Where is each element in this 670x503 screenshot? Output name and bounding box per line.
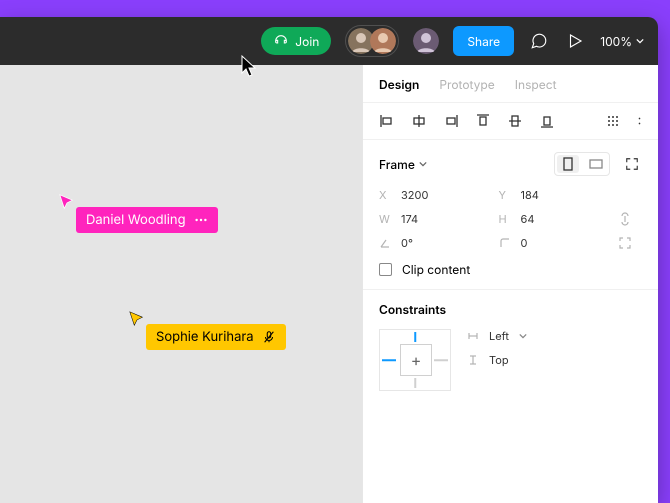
frame-title-dropdown[interactable]: Frame: [379, 157, 427, 172]
field-rotation[interactable]: 0°: [379, 236, 491, 250]
align-vcenter-icon[interactable]: [507, 113, 523, 129]
field-height[interactable]: H64: [499, 212, 611, 226]
canvas[interactable]: Daniel Woodling Sophie Kurihara: [0, 65, 362, 503]
align-left-icon[interactable]: [379, 113, 395, 129]
field-radius[interactable]: 0: [499, 236, 611, 250]
join-label: Join: [295, 34, 319, 49]
frame-section-head: Frame: [379, 152, 642, 176]
resize-fit-icon: [625, 157, 639, 171]
mouse-pointer-icon: [240, 54, 260, 80]
field-y[interactable]: Y184: [499, 188, 611, 202]
align-top-icon[interactable]: [475, 113, 491, 129]
properties-panel: Design Prototype Inspect Frame: [362, 65, 658, 503]
chevron-down-icon: [519, 332, 527, 340]
panel-tabs: Design Prototype Inspect: [363, 65, 658, 103]
align-right-icon[interactable]: [443, 113, 459, 129]
join-button[interactable]: Join: [261, 27, 331, 55]
chat-icon: [530, 32, 548, 50]
constraints-body: + Left Top: [379, 329, 642, 391]
zoom-value: 100%: [600, 34, 632, 49]
chevron-down-icon: [636, 37, 644, 45]
avatar-group: [345, 25, 399, 57]
presence-cursor-user1: Daniel Woodling: [58, 193, 218, 233]
radius-icon: [499, 237, 511, 249]
topbar: Join Share 100%: [0, 17, 658, 65]
v-constraint-icon: [467, 354, 479, 366]
more-align-icon[interactable]: [637, 113, 642, 129]
frame-fields: X3200 Y184 W174 H64 0° 0: [379, 188, 642, 250]
presence-name: Daniel Woodling: [86, 212, 186, 228]
workspace: Daniel Woodling Sophie Kurihara Design P…: [0, 65, 658, 503]
comments-button[interactable]: [528, 30, 550, 52]
presence-cursor-user2: Sophie Kurihara: [128, 310, 286, 350]
tab-prototype[interactable]: Prototype: [439, 77, 494, 92]
clip-content-row[interactable]: Clip content: [379, 262, 642, 277]
constraints-inner: +: [400, 344, 432, 376]
constraint-horizontal[interactable]: Left: [467, 329, 527, 343]
align-hcenter-icon[interactable]: [411, 113, 427, 129]
constraint-vertical[interactable]: Top: [467, 353, 527, 367]
orientation-toggle: [554, 152, 610, 176]
frame-section: Frame X3200 Y184: [363, 140, 658, 290]
constraint-h-value: Left: [489, 329, 509, 343]
constraints-selects: Left Top: [467, 329, 527, 367]
share-button[interactable]: Share: [453, 26, 514, 56]
cursor-icon: [128, 310, 146, 328]
constraints-head: Constraints: [379, 302, 642, 317]
zoom-dropdown[interactable]: 100%: [600, 34, 644, 49]
clip-content-checkbox[interactable]: [379, 263, 392, 276]
field-width[interactable]: W174: [379, 212, 491, 226]
headset-icon: [273, 33, 289, 49]
align-row: [363, 103, 658, 140]
align-bottom-icon[interactable]: [539, 113, 555, 129]
lock-aspect-icon[interactable]: [618, 212, 632, 226]
chevron-down-icon: [419, 160, 427, 168]
present-button[interactable]: [564, 30, 586, 52]
presence-tag[interactable]: Sophie Kurihara: [146, 324, 286, 350]
play-icon: [566, 32, 584, 50]
field-x[interactable]: X3200: [379, 188, 491, 202]
constraints-title: Constraints: [379, 302, 446, 317]
clip-content-label: Clip content: [402, 262, 470, 277]
resize-to-fit-button[interactable]: [622, 154, 642, 174]
angle-icon: [379, 237, 391, 249]
cursor-icon: [58, 193, 76, 211]
tidy-up-icon[interactable]: [605, 113, 621, 129]
independent-corners-icon[interactable]: [618, 236, 632, 250]
app-window: Join Share 100% Daniel Woodling: [0, 17, 658, 503]
presence-tag[interactable]: Daniel Woodling: [76, 207, 218, 233]
h-constraint-icon: [467, 330, 479, 342]
orientation-portrait[interactable]: [557, 155, 579, 173]
more-icon[interactable]: [194, 213, 208, 227]
constraint-v-value: Top: [489, 353, 509, 367]
tab-inspect[interactable]: Inspect: [515, 77, 557, 92]
frame-title: Frame: [379, 157, 415, 172]
avatar-self[interactable]: [413, 28, 439, 54]
tab-design[interactable]: Design: [379, 77, 419, 92]
avatar[interactable]: [370, 28, 396, 54]
constraints-widget[interactable]: +: [379, 329, 451, 391]
mic-muted-icon[interactable]: [262, 330, 276, 344]
presence-name: Sophie Kurihara: [156, 329, 254, 345]
constraints-section: Constraints + Left: [363, 290, 658, 403]
orientation-landscape[interactable]: [585, 155, 607, 173]
